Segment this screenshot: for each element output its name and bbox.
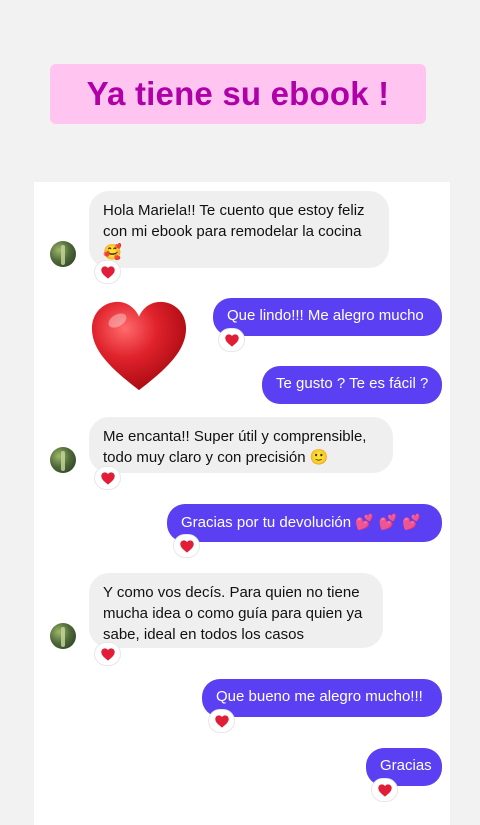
heart-reaction[interactable] (94, 466, 121, 490)
incoming-message-1[interactable]: Hola Mariela!! Te cuento que estoy feliz… (89, 191, 389, 268)
message-text: con mi ebook para remodelar la cocina (103, 223, 362, 240)
outgoing-message-3[interactable]: Gracias por tu devolución 💕 💕 💕 (167, 504, 442, 542)
slightly-smiling-emoji: 🙂 (309, 448, 329, 466)
message-text: Me encanta!! Super útil y comprensible, (103, 428, 367, 445)
heart-reaction[interactable] (94, 260, 121, 284)
message-text: todo muy claro y con precisión (103, 449, 306, 466)
message-text: Te gusto ? Te es fácil ? (276, 375, 429, 392)
message-text-with-emoji: todo muy claro y con precisión 🙂 (103, 447, 379, 468)
message-text: Y como vos decís. Para quien no tiene (103, 584, 360, 601)
message-text: Que lindo!!! Me alegro mucho (227, 307, 424, 324)
contact-avatar[interactable] (50, 447, 76, 473)
outgoing-message-4[interactable]: Que bueno me alegro mucho!!! (202, 679, 442, 717)
heart-icon (180, 540, 194, 553)
big-heart-sticker (91, 301, 187, 391)
heart-reaction[interactable] (94, 642, 121, 666)
heart-icon (101, 472, 115, 485)
heart-reaction[interactable] (371, 778, 398, 802)
message-text: mucha idea o como guía para quien ya (103, 605, 363, 622)
message-text: Que bueno me alegro mucho!!! (216, 688, 423, 705)
banner-title: Ya tiene su ebook ! (86, 75, 390, 112)
heart-icon (101, 648, 115, 661)
heart-reaction[interactable] (208, 709, 235, 733)
message-text: Gracias por tu devolución (181, 514, 352, 531)
heart-icon (225, 334, 239, 347)
incoming-message-3[interactable]: Y como vos decís. Para quien no tiene mu… (89, 573, 383, 648)
outgoing-message-1[interactable]: Que lindo!!! Me alegro mucho (213, 298, 442, 336)
heart-icon (378, 784, 392, 797)
smiling-face-hearts-emoji: 🥰 (103, 243, 122, 261)
two-hearts-emoji: 💕 💕 💕 (355, 513, 421, 531)
incoming-message-2[interactable]: Me encanta!! Super útil y comprensible, … (89, 417, 393, 473)
heart-icon (101, 266, 115, 279)
outgoing-message-2[interactable]: Te gusto ? Te es fácil ? (262, 366, 442, 404)
contact-avatar[interactable] (50, 241, 76, 267)
contact-avatar[interactable] (50, 623, 76, 649)
message-text: Gracias (380, 757, 432, 774)
message-text: sabe, ideal en todos los casos (103, 626, 304, 643)
heart-icon (215, 715, 229, 728)
heart-reaction[interactable] (173, 534, 200, 558)
message-text: Hola Mariela!! Te cuento que estoy feliz (103, 202, 365, 219)
heart-reaction[interactable] (218, 328, 245, 352)
title-banner: Ya tiene su ebook ! (50, 64, 426, 124)
